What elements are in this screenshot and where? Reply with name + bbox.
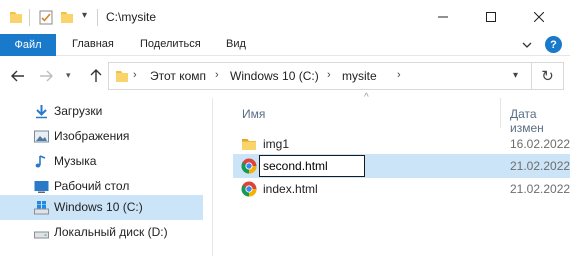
chrome-html-icon xyxy=(241,181,257,197)
file-date: 16.02.2022 xyxy=(510,137,570,151)
column-header-date[interactable]: Дата измен xyxy=(510,107,570,135)
navigation-pane: Загрузки Изображения Музыка Рабочий стол xyxy=(0,98,203,256)
folder-icon xyxy=(10,12,22,23)
folder-icon xyxy=(242,139,256,150)
nav-item-label: Музыка xyxy=(54,154,97,168)
recent-locations-chevron-icon[interactable]: ▾ xyxy=(66,70,71,81)
help-button[interactable]: ? xyxy=(545,36,562,53)
toolbar-divider xyxy=(29,9,30,26)
sort-ascending-icon: ^ xyxy=(364,92,369,103)
breadcrumb-chevron-icon[interactable]: › xyxy=(327,69,331,81)
music-note-icon xyxy=(35,155,46,168)
address-history-chevron-icon[interactable]: ▾ xyxy=(513,70,518,81)
nav-item-downloads[interactable]: Загрузки xyxy=(0,99,203,124)
file-date: 21.02.2022 xyxy=(510,182,570,196)
minimize-button[interactable] xyxy=(420,0,466,34)
nav-item-drive-c[interactable]: Windows 10 (C:) xyxy=(0,195,203,220)
breadcrumb-chevron-icon[interactable]: › xyxy=(397,69,401,81)
refresh-icon: ↻ xyxy=(541,68,554,85)
nav-item-label: Локальный диск (D:) xyxy=(54,225,168,239)
file-date: 21.02.2022 xyxy=(510,159,570,173)
file-row-index-html[interactable]: index.html 21.02.2022 xyxy=(233,177,570,201)
rename-input[interactable]: second.html xyxy=(259,155,365,177)
pane-divider xyxy=(212,98,213,256)
tab-file[interactable]: Файл xyxy=(0,34,56,56)
customize-toolbar-chevron-icon[interactable]: ▾ xyxy=(82,10,87,21)
address-bar[interactable]: › Этот комп › Windows 10 (C:) › mysite ›… xyxy=(108,62,532,90)
nav-item-label: Загрузки xyxy=(54,104,103,118)
maximize-button[interactable] xyxy=(468,0,514,34)
new-folder-icon[interactable] xyxy=(60,9,74,25)
ribbon-tabs: Файл Главная Поделиться Вид ? xyxy=(0,34,570,56)
close-button[interactable] xyxy=(516,0,562,34)
expand-ribbon-chevron-icon[interactable] xyxy=(520,38,534,52)
refresh-button[interactable]: ↻ xyxy=(532,62,564,90)
properties-icon[interactable] xyxy=(39,9,53,25)
chrome-html-icon xyxy=(241,158,257,174)
back-arrow-icon[interactable] xyxy=(10,68,26,84)
folder-icon xyxy=(116,71,128,82)
file-name: img1 xyxy=(263,137,290,151)
file-row-second-html[interactable]: second.html 21.02.2022 xyxy=(233,154,570,178)
breadcrumb-mysite[interactable]: mysite xyxy=(342,69,377,83)
tab-view[interactable]: Вид xyxy=(226,38,246,50)
nav-item-music[interactable]: Музыка xyxy=(0,149,203,174)
tab-home[interactable]: Главная xyxy=(72,38,114,50)
nav-item-drive-d[interactable]: Локальный диск (D:) xyxy=(0,220,203,245)
minimize-icon xyxy=(438,16,448,18)
nav-item-pictures[interactable]: Изображения xyxy=(0,124,203,149)
drive-icon xyxy=(34,231,49,239)
title-bar: ▾ C:\mysite xyxy=(0,0,570,34)
column-header-name[interactable]: Имя xyxy=(242,107,265,121)
nav-item-label: Windows 10 (C:) xyxy=(54,200,143,214)
navigation-bar: ▾ › Этот комп › Windows 10 (C:) › mysite… xyxy=(0,56,570,98)
up-arrow-icon[interactable] xyxy=(88,68,104,84)
maximize-icon xyxy=(486,12,496,22)
window-title: C:\mysite xyxy=(106,10,157,24)
breadcrumb-chevron-icon[interactable]: › xyxy=(133,69,137,81)
column-divider[interactable] xyxy=(500,98,501,128)
tab-share[interactable]: Поделиться xyxy=(140,38,201,50)
forward-arrow-icon[interactable] xyxy=(38,68,54,84)
file-list: ^ Имя Дата измен img1 16.02.2022 second.… xyxy=(215,92,570,256)
windows-drive-icon xyxy=(34,201,49,215)
nav-item-label: Изображения xyxy=(54,129,130,143)
file-row-img1[interactable]: img1 16.02.2022 xyxy=(233,132,570,156)
close-icon xyxy=(534,12,544,22)
toolbar-divider xyxy=(97,9,98,26)
nav-item-label: Рабочий стол xyxy=(54,179,130,193)
desktop-icon xyxy=(34,181,49,193)
download-arrow-icon xyxy=(36,105,47,119)
file-name: index.html xyxy=(263,182,318,196)
breadcrumb-drive-c[interactable]: Windows 10 (C:) xyxy=(230,69,319,83)
pictures-icon xyxy=(34,130,49,143)
breadcrumb-chevron-icon[interactable]: › xyxy=(215,69,219,81)
breadcrumb-this-pc[interactable]: Этот комп xyxy=(150,69,206,83)
pane-splitter[interactable] xyxy=(203,98,215,256)
